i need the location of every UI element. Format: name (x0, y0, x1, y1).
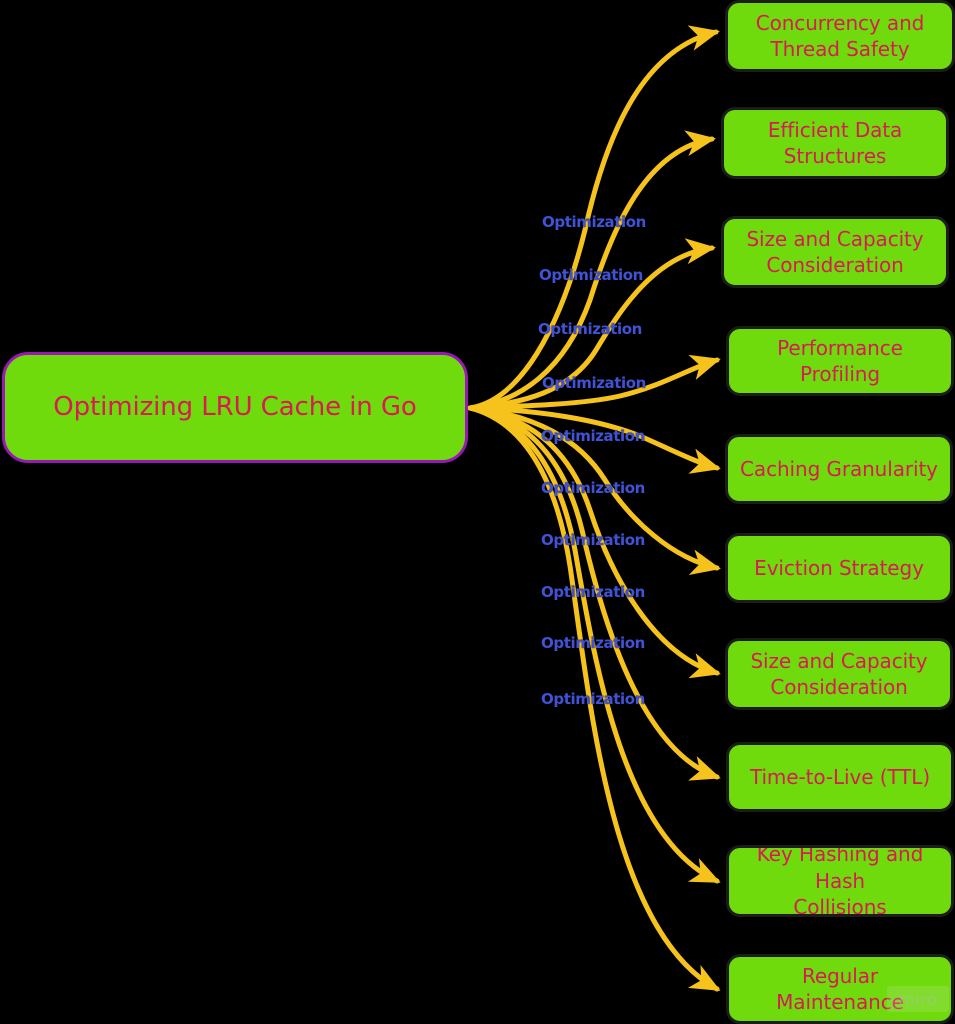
edge-label: Optimization (542, 213, 646, 231)
edge-label: Optimization (538, 320, 642, 338)
edge-label: Optimization (541, 427, 645, 445)
branch-node-label: Efficient Data Structures (767, 117, 903, 168)
branch-node[interactable]: Size and Capacity Consideration (725, 638, 953, 710)
branch-node-label: Key Hashing and Hash Collisions (756, 845, 924, 917)
branch-node[interactable]: Concurrency and Thread Safety (725, 0, 955, 72)
branch-node[interactable]: Eviction Strategy (725, 533, 953, 603)
branch-node-label: Size and Capacity Consideration (746, 226, 924, 277)
branch-node[interactable]: Performance Profiling (726, 326, 954, 396)
edge-label: Optimization (541, 690, 645, 708)
edge-label: Optimization (542, 374, 646, 392)
branch-node-label: Eviction Strategy (754, 555, 924, 580)
branch-node[interactable]: Time-to-Live (TTL) (726, 742, 954, 812)
branch-node[interactable]: Key Hashing and Hash Collisions (726, 845, 954, 917)
edge-label: Optimization (541, 634, 645, 652)
branch-node-label: Size and Capacity Consideration (750, 648, 928, 699)
branch-node[interactable]: Caching Granularity (725, 434, 953, 504)
root-node[interactable]: Optimizing LRU Cache in Go (2, 352, 468, 463)
branch-node[interactable]: Efficient Data Structures (721, 107, 949, 179)
edge-label: Optimization (541, 531, 645, 549)
root-node-label: Optimizing LRU Cache in Go (53, 392, 417, 423)
miro-watermark: miro (887, 986, 949, 1012)
branch-node[interactable]: Size and Capacity Consideration (721, 216, 949, 288)
edge-label: Optimization (539, 266, 643, 284)
mindmap-canvas: Optimizing LRU Cache in Go Concurrency a… (0, 0, 955, 1024)
edge-label: Optimization (541, 479, 645, 497)
watermark-text: miro (898, 989, 938, 1009)
branch-node-label: Time-to-Live (TTL) (749, 764, 931, 789)
edge-paths (467, 25, 721, 992)
branch-node-label: Concurrency and Thread Safety (755, 10, 925, 61)
branch-node-label: Caching Granularity (740, 456, 938, 481)
edge-label: Optimization (541, 583, 645, 601)
branch-node-label: Performance Profiling (777, 335, 903, 386)
